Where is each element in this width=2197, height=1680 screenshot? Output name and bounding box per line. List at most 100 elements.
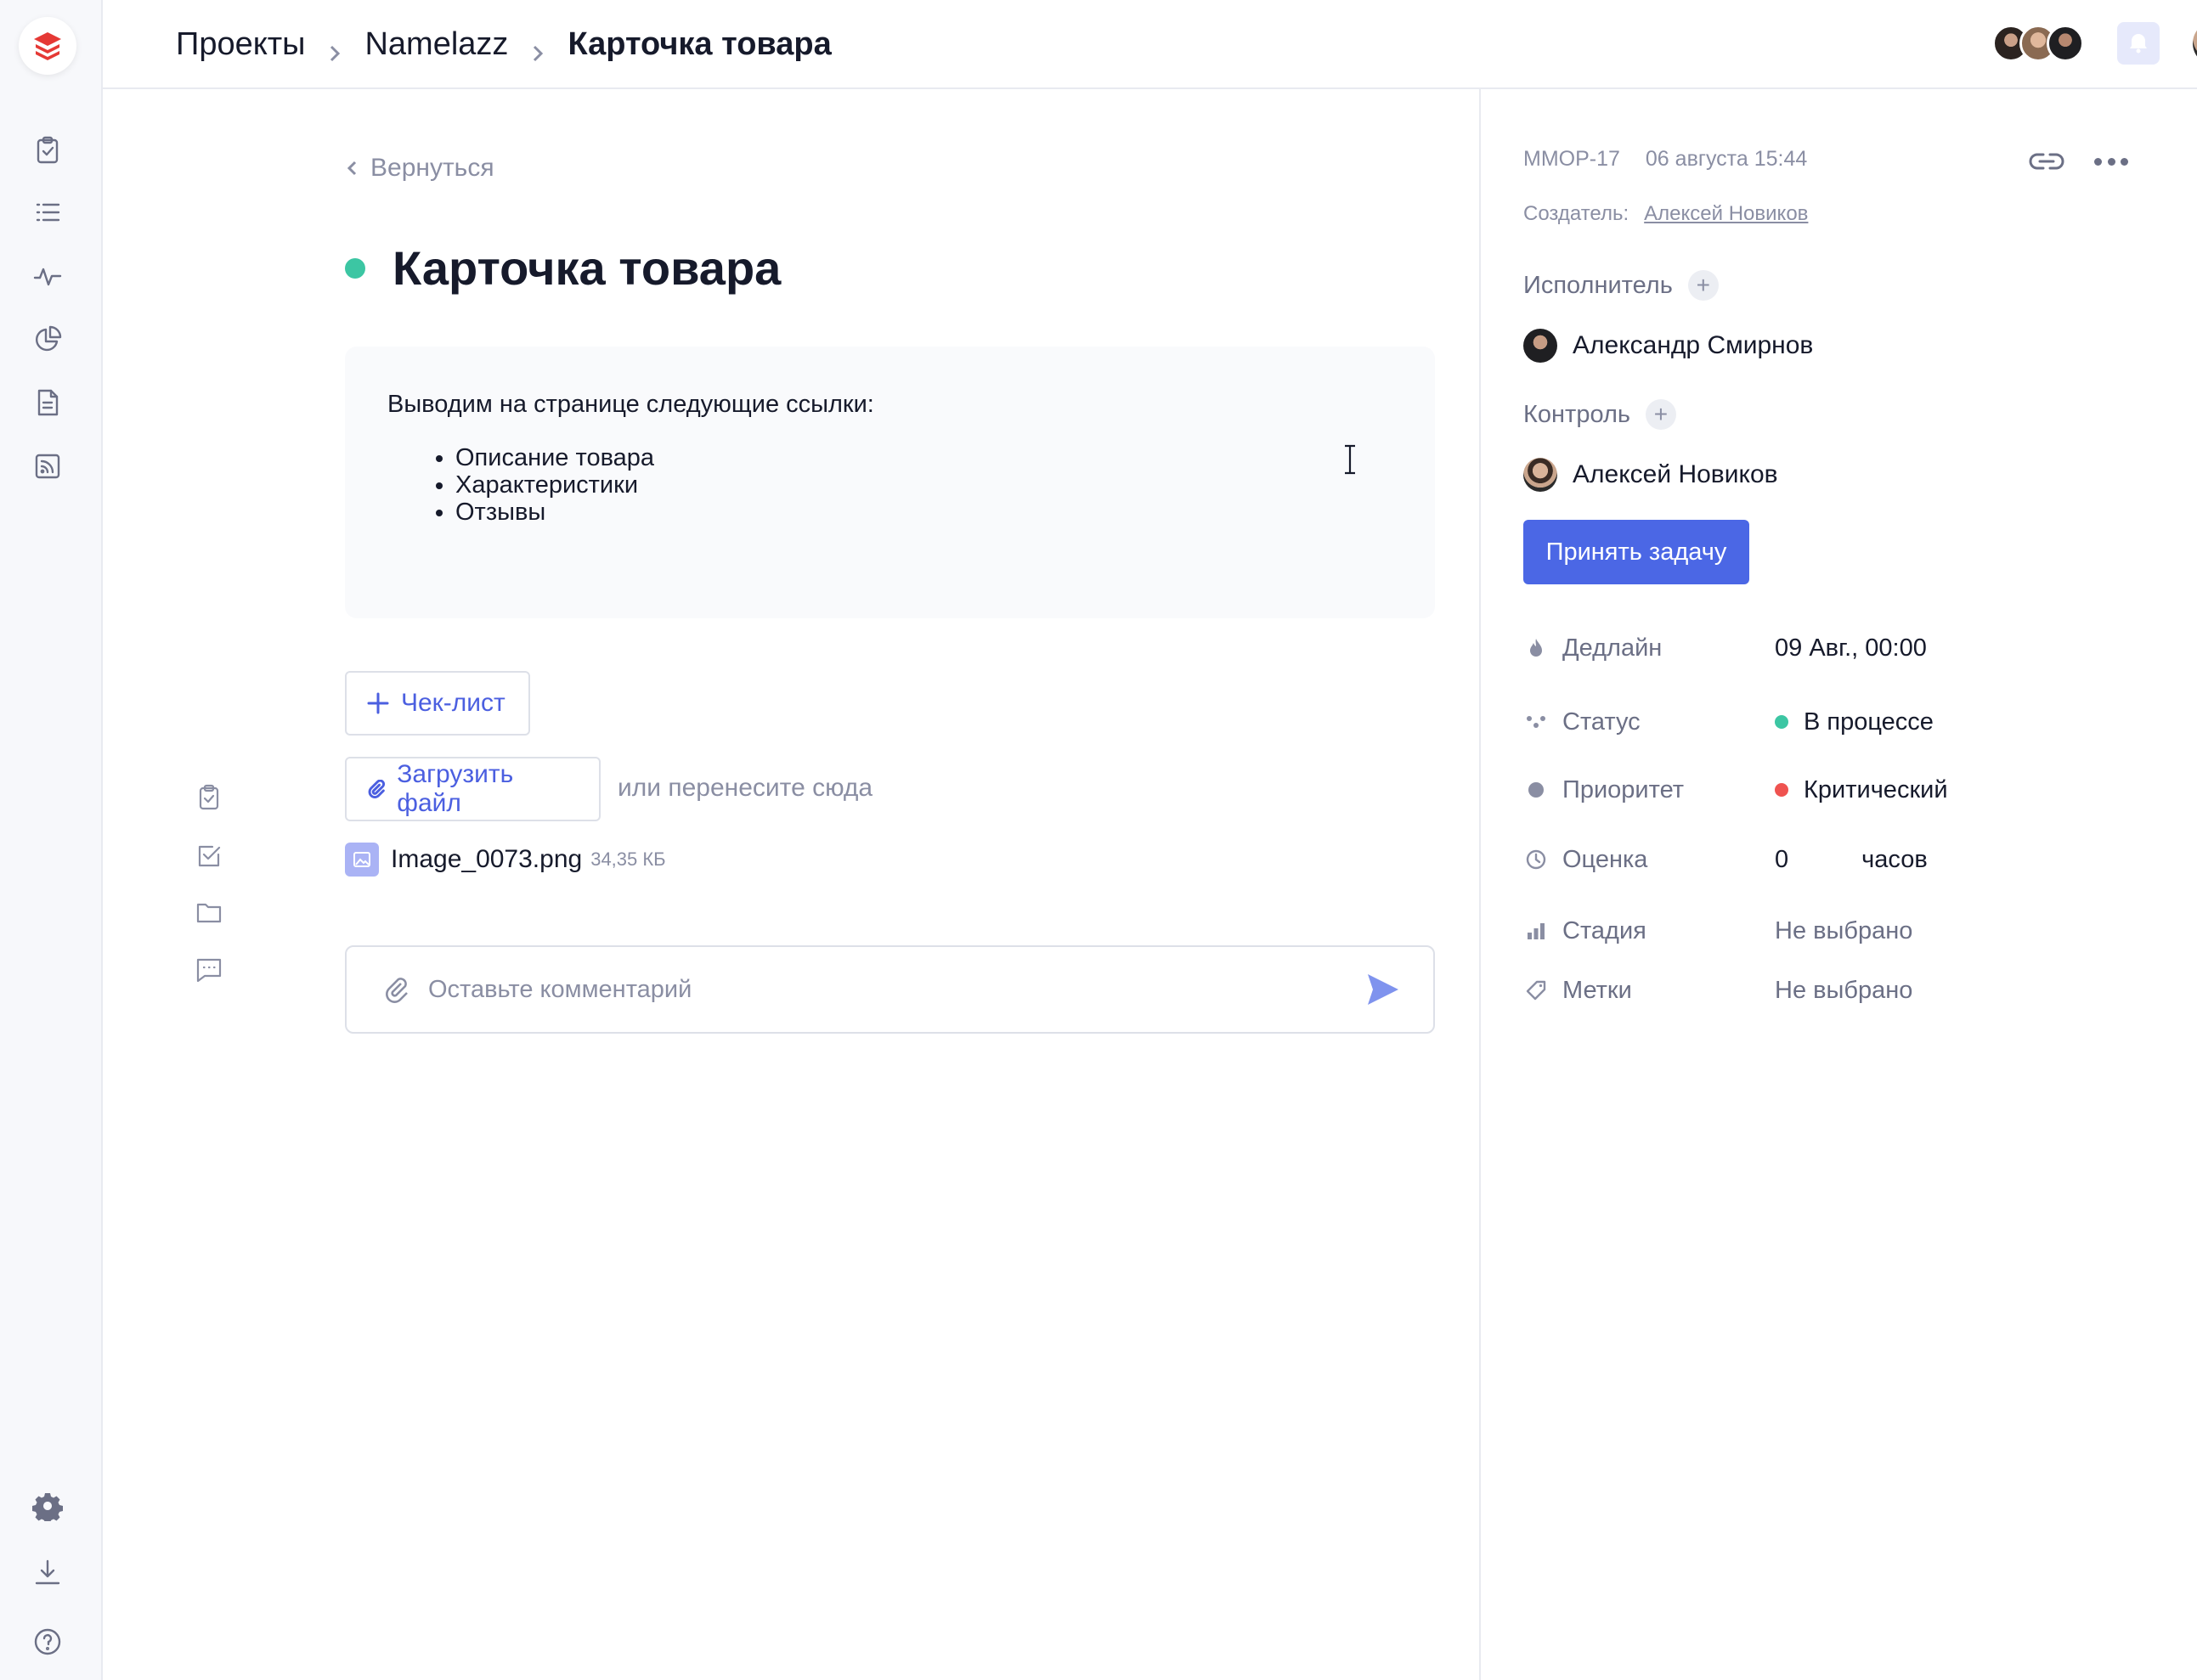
prop-tags[interactable]: Метки Не выбрано bbox=[1523, 969, 2169, 1012]
creator-label: Создатель: bbox=[1523, 202, 1629, 225]
back-link[interactable]: Вернуться bbox=[345, 154, 494, 183]
sidebar-help[interactable] bbox=[27, 1621, 68, 1662]
tool-checklist[interactable] bbox=[190, 837, 228, 875]
breadcrumb: Проекты Namelazz Карточка товара bbox=[176, 20, 832, 68]
avatar bbox=[1523, 458, 1557, 492]
paperclip-icon[interactable] bbox=[382, 976, 409, 1003]
more-icon[interactable] bbox=[2094, 149, 2128, 174]
notifications-button[interactable] bbox=[2117, 22, 2160, 65]
task-date: 06 августа 15:44 bbox=[1645, 147, 1808, 171]
task-meta: MMOP-17 06 августа 15:44 bbox=[1523, 147, 1807, 172]
comment-box bbox=[345, 945, 1435, 1034]
breadcrumb-current: Карточка товара bbox=[568, 25, 832, 62]
tool-comments[interactable] bbox=[190, 951, 228, 989]
tool-task[interactable] bbox=[190, 779, 228, 816]
app-logo[interactable] bbox=[19, 17, 76, 75]
task-main: Вернуться Карточка товара Выводим на стр… bbox=[103, 89, 1479, 1680]
list-item: Описание товара bbox=[455, 444, 1392, 471]
user-avatar[interactable] bbox=[2193, 21, 2197, 65]
sidebar-reports[interactable] bbox=[27, 319, 68, 360]
sidebar-tasks[interactable] bbox=[27, 130, 68, 171]
control-person[interactable]: Алексей Новиков bbox=[1523, 458, 1778, 492]
task-description[interactable]: Выводим на странице следующие ссылки: Оп… bbox=[345, 347, 1435, 618]
add-control-button[interactable]: + bbox=[1645, 399, 1676, 430]
comment-input[interactable] bbox=[428, 975, 1362, 1004]
task-details-panel: MMOP-17 06 августа 15:44 Создатель: Алек… bbox=[1479, 89, 2197, 1680]
layers-logo-icon bbox=[34, 32, 61, 60]
assignee-name: Александр Смирнов bbox=[1573, 331, 1814, 359]
attachment-item[interactable]: Image_0073.png 34,35 КБ bbox=[345, 843, 666, 877]
add-checklist-button[interactable]: Чек-лист bbox=[345, 671, 530, 736]
page-title[interactable]: Карточка товара bbox=[393, 240, 781, 296]
sidebar-feed[interactable] bbox=[27, 446, 68, 487]
prop-priority[interactable]: Приоритет Критический bbox=[1523, 769, 2169, 811]
clipboard-icon bbox=[37, 136, 59, 164]
status-value: В процессе bbox=[1804, 708, 1934, 736]
add-assignee-button[interactable]: + bbox=[1687, 270, 1719, 301]
chevron-right-icon bbox=[325, 35, 344, 62]
send-icon bbox=[1368, 974, 1398, 1005]
tag-icon bbox=[1523, 978, 1549, 1003]
tool-files[interactable] bbox=[190, 894, 228, 931]
sidebar-list[interactable] bbox=[27, 192, 68, 233]
send-button[interactable] bbox=[1362, 968, 1404, 1011]
sidebar-documents[interactable] bbox=[27, 382, 68, 423]
task-id: MMOP-17 bbox=[1523, 147, 1620, 171]
status-dots-icon bbox=[1523, 709, 1549, 735]
help-icon bbox=[34, 1628, 61, 1655]
control-name: Алексей Новиков bbox=[1573, 460, 1778, 488]
list-item: Отзывы bbox=[455, 499, 1392, 526]
list-icon bbox=[36, 203, 60, 222]
accept-task-button[interactable]: Принять задачу bbox=[1523, 520, 1749, 584]
sidebar-activity[interactable] bbox=[27, 256, 68, 296]
file-name[interactable]: Image_0073.png bbox=[391, 845, 582, 874]
file-size: 34,35 КБ bbox=[590, 848, 666, 870]
breadcrumb-projects[interactable]: Проекты bbox=[176, 26, 305, 63]
list-item: Характеристики bbox=[455, 471, 1392, 499]
sidebar-download[interactable] bbox=[27, 1553, 68, 1593]
estimate-value-wrap: 0 часов bbox=[1775, 846, 1928, 874]
back-label: Вернуться bbox=[370, 154, 494, 182]
upload-label: Загрузить файл bbox=[397, 760, 514, 817]
upload-file-button[interactable]: Загрузить файл bbox=[345, 757, 601, 821]
description-intro: Выводим на странице следующие ссылки: bbox=[387, 391, 874, 418]
checklist-label: Чек-лист bbox=[401, 689, 505, 717]
paperclip-icon bbox=[368, 780, 386, 798]
description-list: Описание товара Характеристики Отзывы bbox=[387, 444, 1392, 526]
priority-value-wrap: Критический bbox=[1775, 776, 1948, 804]
link-icon[interactable] bbox=[2028, 149, 2065, 174]
bell-icon bbox=[2130, 34, 2147, 54]
sidebar-settings[interactable] bbox=[27, 1486, 68, 1526]
tags-value: Не выбрано bbox=[1775, 976, 1913, 1004]
priority-label: Приоритет bbox=[1562, 775, 1685, 803]
title-row: Карточка товара bbox=[345, 240, 781, 296]
assignee-section: Исполнитель + bbox=[1523, 270, 1719, 301]
team-avatars[interactable] bbox=[1992, 25, 2086, 62]
gear-icon bbox=[32, 1493, 63, 1521]
estimate-value[interactable]: 0 bbox=[1775, 846, 1788, 874]
checkbox-icon bbox=[198, 845, 221, 867]
status-label: Статус bbox=[1562, 708, 1641, 736]
drop-hint: или перенесите сюда bbox=[618, 774, 873, 802]
creator-row: Создатель: Алексей Новиков bbox=[1523, 202, 1808, 226]
top-bar: Проекты Namelazz Карточка товара bbox=[103, 0, 2197, 89]
estimate-label: Оценка bbox=[1562, 845, 1648, 873]
chevron-right-icon bbox=[528, 35, 547, 62]
image-file-icon bbox=[345, 843, 379, 877]
assignee-person[interactable]: Александр Смирнов bbox=[1523, 329, 1813, 363]
priority-circle-icon bbox=[1523, 777, 1549, 803]
control-label: Контроль bbox=[1523, 400, 1630, 428]
prop-estimate[interactable]: Оценка 0 часов bbox=[1523, 838, 2169, 881]
estimate-unit: часов bbox=[1861, 845, 1928, 873]
creator-link[interactable]: Алексей Новиков bbox=[1644, 202, 1808, 226]
prop-stage[interactable]: Стадия Не выбрано bbox=[1523, 910, 2169, 952]
pie-chart-icon bbox=[36, 325, 62, 352]
bars-icon bbox=[1523, 918, 1549, 944]
prop-status[interactable]: Статус В процессе bbox=[1523, 701, 2169, 743]
assignee-label: Исполнитель bbox=[1523, 271, 1673, 299]
comment-icon bbox=[196, 958, 222, 983]
folder-icon bbox=[196, 903, 222, 923]
tags-label: Метки bbox=[1562, 976, 1632, 1004]
breadcrumb-project[interactable]: Namelazz bbox=[364, 26, 508, 63]
prop-deadline[interactable]: Дедлайн 09 Авг., 00:00 bbox=[1523, 627, 2169, 669]
